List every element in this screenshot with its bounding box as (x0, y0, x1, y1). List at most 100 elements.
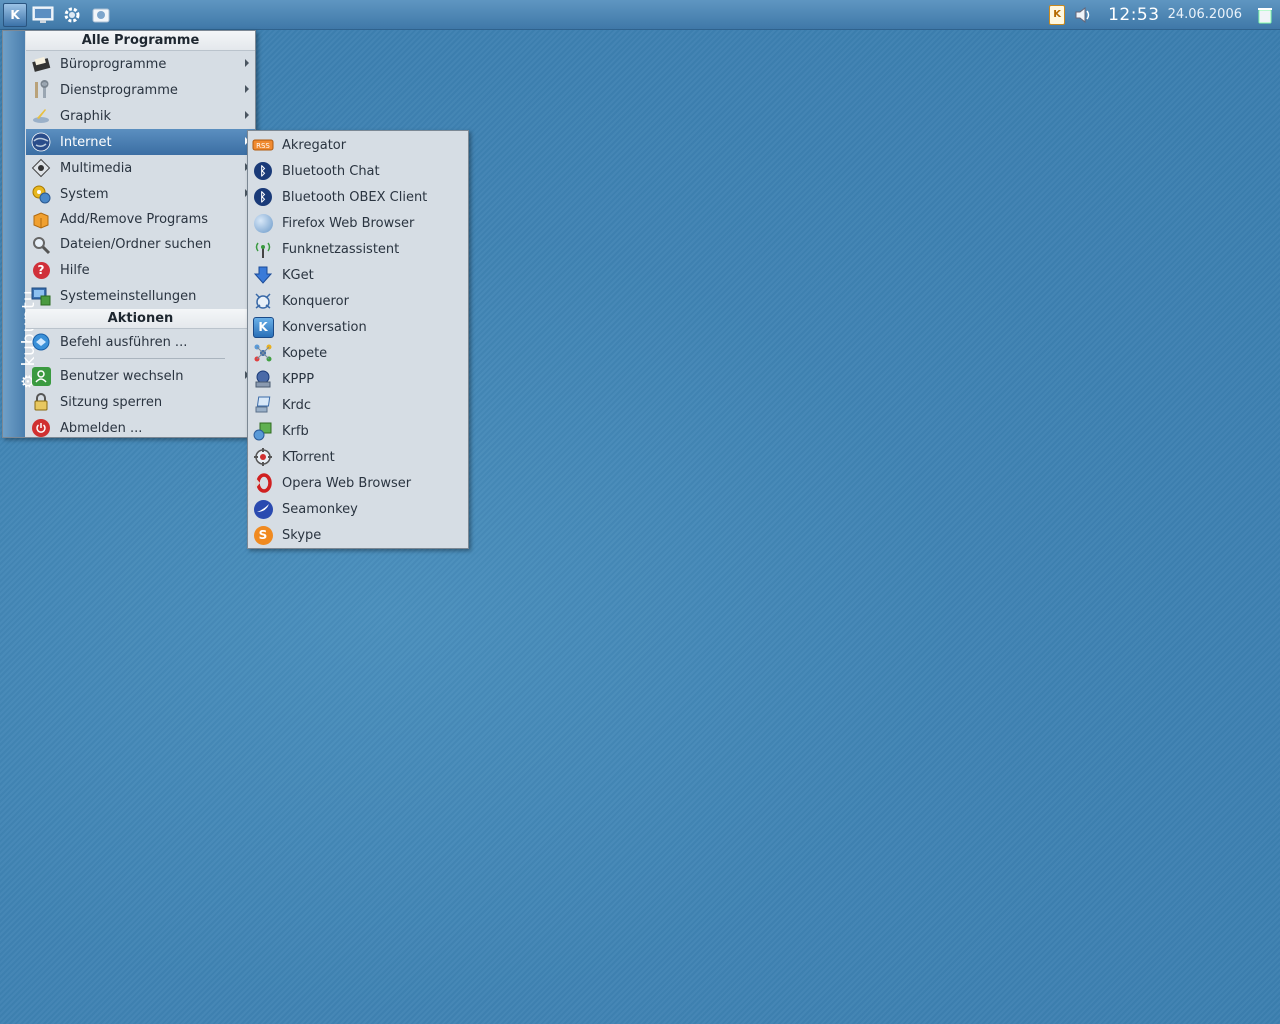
menu-item-system[interactable]: System (26, 181, 255, 207)
bluetooth-icon: ᛒ (252, 186, 274, 208)
clock-date[interactable]: 24.06.2006 (1168, 7, 1242, 22)
submenu-item-bluetooth-chat[interactable]: ᛒ Bluetooth Chat (248, 158, 468, 184)
menu-item-benutzer-wechseln[interactable]: Benutzer wechseln (26, 363, 255, 389)
control-center-icon[interactable] (59, 2, 85, 28)
torrent-icon (252, 446, 274, 468)
klipper-icon[interactable]: K (1048, 4, 1066, 25)
menu-item-label: Befehl ausführen ... (60, 334, 188, 350)
menu-item-label: Dienstprogramme (60, 82, 178, 98)
menu-item-label: Abmelden ... (60, 420, 143, 436)
programs-title: Alle Programme (26, 31, 255, 51)
submenu-item-label: Konversation (282, 319, 367, 335)
submenu-item-akregator[interactable]: RSS Akregator (248, 132, 468, 158)
submenu-item-konqueror[interactable]: Konqueror (248, 288, 468, 314)
submenu-item-label: Funknetzassistent (282, 241, 400, 257)
menu-item-label: Dateien/Ordner suchen (60, 237, 212, 252)
menu-item-label: Multimedia (60, 160, 133, 176)
menu-item-label: Internet (60, 134, 112, 150)
submenu-item-label: Bluetooth Chat (282, 163, 380, 179)
utilities-icon (30, 79, 52, 101)
submenu-arrow-icon (245, 111, 249, 119)
firefox-icon (252, 212, 274, 234)
submenu-item-label: KPPP (282, 371, 315, 387)
menu-item-label: Benutzer wechseln (60, 368, 184, 384)
skype-icon: S (252, 524, 274, 546)
submenu-item-label: Bluetooth OBEX Client (282, 189, 428, 205)
submenu-item-label: Opera Web Browser (282, 475, 412, 491)
multimedia-icon (30, 157, 52, 179)
kmenu: ⚙ kubuntu Alle Programme Büroprogramme D… (2, 30, 256, 438)
search-icon (30, 234, 52, 256)
rss-icon: RSS (252, 134, 274, 156)
submenu-item-firefox[interactable]: Firefox Web Browser (248, 210, 468, 236)
wireless-icon (252, 238, 274, 260)
submenu-item-krfb[interactable]: Krfb (248, 418, 468, 444)
bluetooth-icon: ᛒ (252, 160, 274, 182)
menu-item-label: System (60, 186, 109, 202)
volume-icon[interactable] (1074, 5, 1092, 25)
lock-icon (30, 391, 52, 413)
konqueror-panel-icon[interactable] (88, 2, 114, 28)
submenu-item-kopete[interactable]: Kopete (248, 340, 468, 366)
system-icon (30, 183, 52, 205)
graphics-icon (30, 105, 52, 127)
konqueror-icon (252, 290, 274, 312)
submenu-item-label: Krdc (282, 397, 312, 413)
menu-item-abmelden[interactable]: Abmelden ... (26, 415, 255, 441)
menu-item-dienstprogramme[interactable]: Dienstprogramme (26, 77, 255, 103)
menu-item-multimedia[interactable]: Multimedia (26, 155, 255, 181)
submenu-arrow-icon (245, 85, 249, 93)
modem-icon (252, 368, 274, 390)
internet-globe-icon (30, 131, 52, 153)
menu-item-dateien-ordner-suchen[interactable]: Dateien/Ordner suchen (26, 232, 255, 257)
submenu-item-konversation[interactable]: K Konversation (248, 314, 468, 340)
internet-submenu: RSS Akregator ᛒ Bluetooth Chat ᛒ Bluetoo… (247, 130, 469, 549)
submenu-item-skype[interactable]: S Skype (248, 522, 468, 548)
submenu-item-label: KGet (282, 267, 314, 283)
submenu-item-label: Konqueror (282, 293, 349, 309)
trash-icon[interactable] (1256, 5, 1274, 25)
submenu-item-bluetooth-obex-client[interactable]: ᛒ Bluetooth OBEX Client (248, 184, 468, 210)
package-icon (30, 209, 52, 231)
menu-item-befehl-ausfuehren[interactable]: Befehl ausführen ... (26, 329, 255, 355)
submenu-item-opera[interactable]: Opera Web Browser (248, 470, 468, 496)
menu-item-add-remove-programs[interactable]: Add/Remove Programs (26, 207, 255, 232)
submenu-item-seamonkey[interactable]: Seamonkey (248, 496, 468, 522)
panel-launcher: K (0, 0, 114, 29)
kmenu-button[interactable]: K (3, 2, 27, 27)
desktop-icon[interactable] (30, 2, 56, 28)
menu-item-hilfe[interactable]: ? Hilfe (26, 257, 255, 283)
opera-icon (252, 472, 274, 494)
help-icon: ? (30, 259, 52, 281)
menu-item-label: Add/Remove Programs (60, 212, 209, 227)
menu-item-label: Sitzung sperren (60, 394, 163, 410)
submenu-item-krdc[interactable]: Krdc (248, 392, 468, 418)
menu-item-graphik[interactable]: Graphik (26, 103, 255, 129)
konversation-icon: K (252, 316, 274, 338)
submenu-item-label: Firefox Web Browser (282, 215, 415, 231)
submenu-item-kppp[interactable]: KPPP (248, 366, 468, 392)
menu-item-label: Hilfe (60, 262, 90, 278)
submenu-item-funknetzassistent[interactable]: Funknetzassistent (248, 236, 468, 262)
menu-item-systemeinstellungen[interactable]: Systemeinstellungen (26, 283, 255, 309)
submenu-item-label: Skype (282, 527, 322, 543)
remote-desktop-icon (252, 394, 274, 416)
svg-text:RSS: RSS (256, 142, 270, 150)
menu-item-label: Systemeinstellungen (60, 288, 197, 304)
actions-title: Aktionen (26, 309, 255, 329)
submenu-item-ktorrent[interactable]: KTorrent (248, 444, 468, 470)
menu-item-sitzung-sperren[interactable]: Sitzung sperren (26, 389, 255, 415)
switch-user-icon (30, 365, 52, 387)
settings-icon (30, 285, 52, 307)
submenu-arrow-icon (245, 59, 249, 67)
menu-item-internet[interactable]: Internet (26, 129, 255, 155)
kmenu-body: Alle Programme Büroprogramme Dienstprogr… (26, 31, 255, 441)
submenu-item-label: Kopete (282, 345, 328, 361)
clock-time[interactable]: 12:53 (1108, 5, 1160, 25)
submenu-item-kget[interactable]: KGet (248, 262, 468, 288)
menu-item-bueroprogramme[interactable]: Büroprogramme (26, 51, 255, 77)
system-tray: K 12:53 24.06.2006 (1044, 0, 1280, 29)
menu-item-label: Graphik (60, 108, 112, 124)
seamonkey-icon (252, 498, 274, 520)
kopete-icon (252, 342, 274, 364)
